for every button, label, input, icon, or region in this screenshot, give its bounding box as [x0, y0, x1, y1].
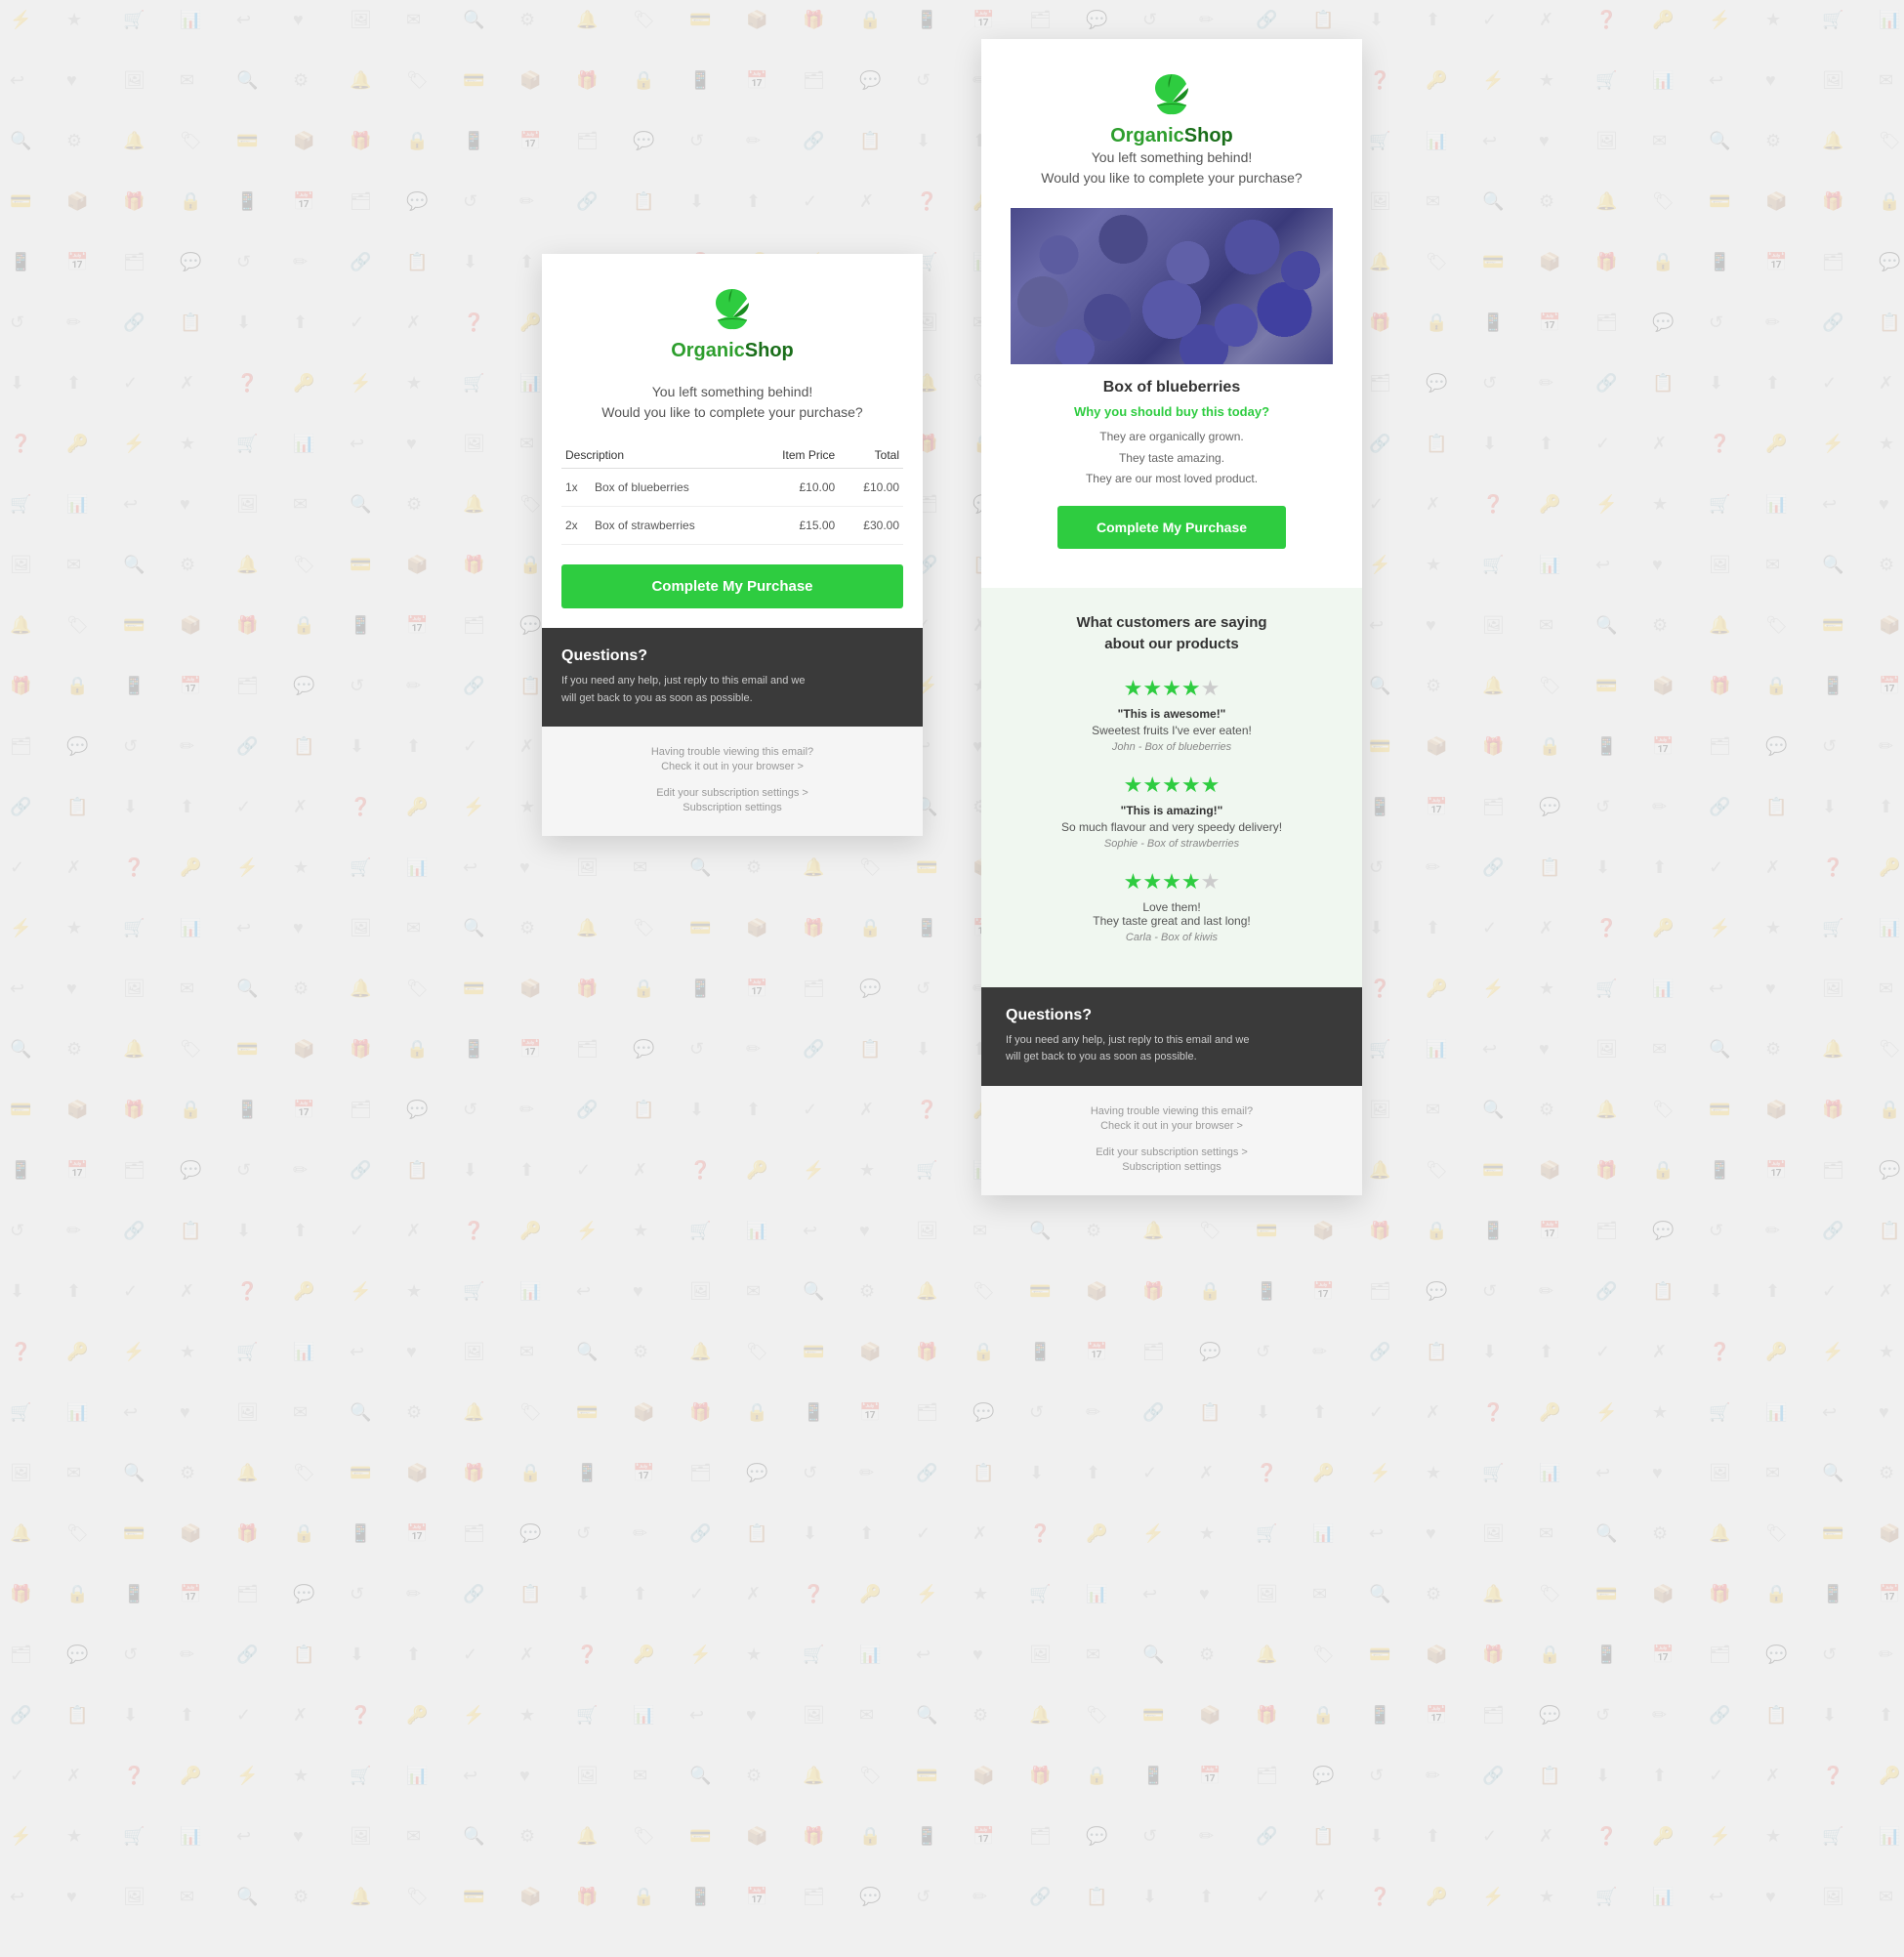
- left-footer-text: If you need any help, just reply to this…: [561, 673, 903, 707]
- star-empty-icon: ★: [1201, 676, 1221, 700]
- right-why-buy-text: They are organically grown.They taste am…: [1011, 427, 1333, 490]
- right-email-headline: You left something behind! Would you lik…: [1011, 147, 1333, 188]
- right-footer-text: If you need any help, just reply to this…: [1006, 1032, 1338, 1066]
- star-filled-icon: ★: [1162, 869, 1181, 894]
- star-filled-icon: ★: [1181, 676, 1201, 700]
- review-stars: ★★★★★: [1011, 869, 1333, 895]
- reviews-section: What customers are saying about our prod…: [981, 588, 1362, 987]
- left-trouble-line1: Having trouble viewing this email?: [561, 746, 903, 758]
- left-footer-light: Having trouble viewing this email? Check…: [542, 727, 923, 836]
- review-quote: "This is amazing!": [1011, 804, 1333, 817]
- right-headline-line1: You left something behind!: [1011, 147, 1333, 168]
- review-detail: Sweetest fruits I've ever eaten!: [1011, 724, 1333, 737]
- item-qty: 1x: [561, 469, 591, 507]
- right-top-section: OrganicShop You left something behind! W…: [981, 39, 1362, 588]
- star-filled-icon: ★: [1142, 869, 1162, 894]
- left-email-headline: You left something behind! Would you lik…: [561, 382, 903, 423]
- right-headline-line2: Would you like to complete your purchase…: [1011, 168, 1333, 188]
- star-filled-icon: ★: [1124, 772, 1143, 797]
- left-trouble-line2[interactable]: Check it out in your browser >: [561, 761, 903, 772]
- reviews-title-line2: about our products: [1104, 636, 1239, 652]
- item-name: Box of strawberries: [591, 507, 750, 545]
- left-logo-organic: Organic: [671, 340, 745, 361]
- review-author: Sophie - Box of strawberries: [1011, 838, 1333, 850]
- item-price: £10.00: [750, 469, 839, 507]
- left-footer-dark: Questions? If you need any help, just re…: [542, 628, 923, 727]
- left-table-header-price: Item Price: [750, 442, 839, 469]
- star-filled-icon: ★: [1162, 772, 1181, 797]
- left-headline-line2: Would you like to complete your purchase…: [561, 402, 903, 423]
- left-cta-button[interactable]: Complete My Purchase: [561, 564, 903, 608]
- right-email-card: OrganicShop You left something behind! W…: [981, 39, 1362, 1195]
- left-logo-shop: Shop: [745, 340, 794, 361]
- review-item: ★★★★★ Love them!They taste great and las…: [1011, 869, 1333, 943]
- left-email-card: OrganicShop You left something behind! W…: [542, 254, 923, 836]
- right-product-name: Box of blueberries: [1011, 379, 1333, 396]
- star-filled-icon: ★: [1142, 676, 1162, 700]
- star-filled-icon: ★: [1201, 772, 1221, 797]
- right-logo-section: OrganicShop: [1011, 68, 1333, 147]
- star-filled-icon: ★: [1124, 869, 1143, 894]
- right-footer-title: Questions?: [1006, 1007, 1338, 1024]
- left-footer-title: Questions?: [561, 647, 903, 665]
- right-logo-text: OrganicShop: [1011, 125, 1333, 147]
- star-filled-icon: ★: [1181, 869, 1201, 894]
- left-table-header-description: Description: [561, 442, 750, 469]
- right-trouble-line1: Having trouble viewing this email?: [1001, 1105, 1343, 1117]
- left-subscription-line2[interactable]: Subscription settings: [561, 802, 903, 813]
- review-item: ★★★★★ "This is amazing!" So much flavour…: [1011, 772, 1333, 850]
- review-author: Carla - Box of kiwis: [1011, 932, 1333, 943]
- right-why-buy-title: Why you should buy this today?: [1011, 404, 1333, 419]
- table-row: 2x Box of strawberries £15.00 £30.00: [561, 507, 903, 545]
- item-name: Box of blueberries: [591, 469, 750, 507]
- left-items-table: Description Item Price Total 1x Box of b…: [561, 442, 903, 545]
- right-logo-icon: [1147, 68, 1196, 117]
- right-cta-button[interactable]: Complete My Purchase: [1057, 506, 1286, 549]
- left-logo-section: OrganicShop: [561, 283, 903, 362]
- right-subscription-line2[interactable]: Subscription settings: [1001, 1161, 1343, 1173]
- reviews-title-line1: What customers are saying: [1076, 614, 1266, 631]
- left-footer-text-line1: If you need any help, just reply to this…: [561, 675, 805, 687]
- right-footer-text-line1: If you need any help, just reply to this…: [1006, 1034, 1249, 1046]
- reviews-container: ★★★★★ "This is awesome!" Sweetest fruits…: [1011, 676, 1333, 943]
- right-trouble-line2[interactable]: Check it out in your browser >: [1001, 1120, 1343, 1132]
- blueberry-product-image: [1011, 208, 1333, 364]
- review-detail: Love them!They taste great and last long…: [1011, 900, 1333, 928]
- right-subscription-line1[interactable]: Edit your subscription settings >: [1001, 1146, 1343, 1158]
- star-filled-icon: ★: [1142, 772, 1162, 797]
- review-detail: So much flavour and very speedy delivery…: [1011, 820, 1333, 834]
- table-row: 1x Box of blueberries £10.00 £10.00: [561, 469, 903, 507]
- left-logo-text: OrganicShop: [561, 340, 903, 362]
- left-table-header-total: Total: [839, 442, 903, 469]
- left-email-body: OrganicShop You left something behind! W…: [542, 254, 923, 628]
- right-logo-shop: Shop: [1184, 125, 1233, 146]
- right-email-body: OrganicShop You left something behind! W…: [981, 39, 1362, 987]
- left-footer-text-line2: will get back to you as soon as possible…: [561, 692, 753, 704]
- why-buy-point: They taste amazing.: [1011, 448, 1333, 470]
- star-filled-icon: ★: [1162, 676, 1181, 700]
- review-stars: ★★★★★: [1011, 676, 1333, 701]
- item-total: £30.00: [839, 507, 903, 545]
- left-subscription-line1[interactable]: Edit your subscription settings >: [561, 787, 903, 799]
- review-author: John - Box of blueberries: [1011, 741, 1333, 753]
- star-empty-icon: ★: [1201, 869, 1221, 894]
- item-qty: 2x: [561, 507, 591, 545]
- item-total: £10.00: [839, 469, 903, 507]
- why-buy-point: They are organically grown.: [1011, 427, 1333, 448]
- star-filled-icon: ★: [1124, 676, 1143, 700]
- left-headline-line1: You left something behind!: [561, 382, 903, 402]
- right-footer-dark: Questions? If you need any help, just re…: [981, 987, 1362, 1086]
- left-logo-icon: [708, 283, 757, 332]
- why-buy-point: They are our most loved product.: [1011, 469, 1333, 490]
- item-price: £15.00: [750, 507, 839, 545]
- star-filled-icon: ★: [1181, 772, 1201, 797]
- review-quote: "This is awesome!": [1011, 707, 1333, 721]
- review-item: ★★★★★ "This is awesome!" Sweetest fruits…: [1011, 676, 1333, 753]
- right-logo-organic: Organic: [1110, 125, 1184, 146]
- page-wrapper: OrganicShop You left something behind! W…: [0, 0, 1904, 1234]
- reviews-title: What customers are saying about our prod…: [1011, 612, 1333, 656]
- review-stars: ★★★★★: [1011, 772, 1333, 798]
- right-footer-light: Having trouble viewing this email? Check…: [981, 1086, 1362, 1195]
- right-footer-text-line2: will get back to you as soon as possible…: [1006, 1051, 1197, 1062]
